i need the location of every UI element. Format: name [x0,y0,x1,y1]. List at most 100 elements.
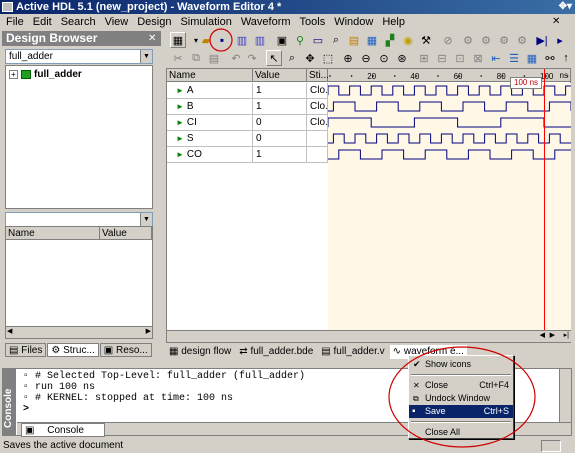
waveform-hscrollbar[interactable]: ◀ ▶ ▸| [328,330,571,342]
design-icon[interactable]: ▣ [274,32,290,48]
tab-files[interactable]: ▤ Files [5,343,47,357]
tools-icon[interactable]: ⚒ [418,32,434,48]
binoculars-icon[interactable]: ⚯ [542,50,558,66]
menu-view[interactable]: View [105,16,129,28]
new-file-icon[interactable]: ▦ [170,32,186,48]
signal-stimulus-cell[interactable]: Clo... [307,115,328,131]
signal-row[interactable]: ► S 0 [167,131,328,147]
lightbulb-icon[interactable]: ◉ [400,32,416,48]
menu-design[interactable]: Design [137,16,171,28]
scroll-left-icon[interactable]: ◀ [7,327,12,335]
scroll-end-icon[interactable]: ▸| [564,331,569,339]
expand-icon[interactable]: + [9,70,18,79]
redo-icon[interactable]: ↷ [244,50,260,66]
tab-full-adder-v[interactable]: ▤ full_adder.v [318,345,387,359]
waveform-icon[interactable]: ▦ [364,32,380,48]
names-hscrollbar[interactable] [167,330,328,342]
run-for-icon[interactable]: ⚙ [478,32,494,48]
zoom-range-icon[interactable]: ⊛ [394,50,410,66]
edit-signal-icon[interactable]: ⊟ [434,50,450,66]
signal-waveform[interactable] [327,85,571,96]
run-icon[interactable]: ⚙ [460,32,476,48]
menu-item-save[interactable]: ▪ Save Ctrl+S [409,405,513,418]
signal-stimulus-cell[interactable]: Clo... [307,83,328,99]
scroll-right-icon[interactable]: ▶ [550,331,555,339]
scroll-left-icon[interactable]: ◀ [540,331,545,339]
menu-simulation[interactable]: Simulation [180,16,231,28]
undo-icon[interactable]: ↶ [228,50,244,66]
signal-stimulus-cell[interactable] [307,131,328,147]
console-vscrollbar[interactable] [559,369,571,424]
horizontal-scrollbar[interactable]: ◀ ▶ [6,326,152,338]
signal-waveform[interactable] [328,101,572,112]
clock-icon[interactable]: ⊠ [470,50,486,66]
column-header-value[interactable]: Value [100,227,152,240]
design-unit-select[interactable]: full_adder ▼ [5,49,153,64]
chevron-down-icon[interactable]: ▼ [140,50,152,63]
grid-icon[interactable]: ▦ [524,50,540,66]
menu-edit[interactable]: Edit [33,16,52,28]
step-into-icon[interactable]: ▸ [552,32,568,48]
break-icon[interactable]: ⚙ [514,32,530,48]
stimulator-icon[interactable]: ⊡ [452,50,468,66]
tab-design-flow[interactable]: ▦ design flow [166,345,234,359]
library-icon[interactable]: ▤ [346,32,362,48]
paste-icon[interactable]: ▤ [206,50,222,66]
signal-name-cell[interactable]: ► CO [167,147,253,163]
signal-name-cell[interactable]: ► S [167,131,253,147]
step-icon[interactable]: ⚙ [496,32,512,48]
find-next-icon[interactable]: ↑ [558,50,574,66]
panel-close-icon[interactable]: ✕ [148,33,156,44]
signal-row[interactable]: ►CI0Clo... [167,115,328,131]
signal-name-cell[interactable]: ► B [167,99,253,115]
tree-item[interactable]: + full_adder [9,69,82,80]
list-icon[interactable]: ☰ [506,50,522,66]
hierarchy-select[interactable]: ▼ [5,212,153,227]
menu-file[interactable]: File [6,16,24,28]
column-header-value[interactable]: Value [253,69,307,82]
tab-resources[interactable]: ▣ Reso... [99,343,152,357]
compile-icon[interactable]: ▥ [234,32,250,48]
chevron-down-icon[interactable]: ▼ [140,213,152,226]
signal-row[interactable]: ► CO 1 [167,147,328,163]
tab-console[interactable]: ▣ Console [21,423,105,437]
menu-item-show-icons[interactable]: ✔ Show icons [409,358,513,371]
stop-icon[interactable]: ⊘ [440,32,456,48]
menu-item-undock-window[interactable]: ⧉ Undock Window [409,392,513,405]
cut-icon[interactable]: ✂ [170,50,186,66]
search-icon[interactable]: ⌕ [328,32,344,48]
signal-waveform[interactable] [328,133,571,144]
signal-row[interactable]: ►A1Clo... [167,83,328,99]
open-folder-icon[interactable]: ▰ [198,32,214,48]
monitor-icon[interactable]: ▭ [310,32,326,48]
column-header-name[interactable]: Name [6,227,100,240]
menu-tools[interactable]: Tools [300,16,326,28]
menu-window[interactable]: Window [334,16,373,28]
mdi-close-icon[interactable]: ✕ [552,16,560,27]
signal-stimulus-cell[interactable]: Clo... [307,99,328,115]
select-region-icon[interactable]: ⬚ [320,50,336,66]
column-header-stimulator[interactable]: Sti... [307,69,329,82]
signal-waveform[interactable] [327,117,571,128]
signal-row[interactable]: ►B1Clo... [167,99,328,115]
hierarchy-icon[interactable]: ⚲ [292,32,308,48]
zoom-fit-icon[interactable]: ⊙ [376,50,392,66]
chart-icon[interactable]: ▞ [382,32,398,48]
column-header-name[interactable]: Name [167,69,253,82]
zoom-icon[interactable]: ⌕ [284,50,300,66]
signal-stimulus-cell[interactable] [307,147,328,163]
play-icon[interactable]: ▶| [534,32,550,48]
save-icon[interactable]: ▪ [214,32,230,48]
pointer-icon[interactable]: ↖ [266,50,282,66]
menu-item-close[interactable]: ✕ Close Ctrl+F4 [409,379,513,392]
add-signal-icon[interactable]: ⊞ [416,50,432,66]
scroll-right-icon[interactable]: ▶ [146,327,151,335]
zoom-in-icon[interactable]: ⊕ [340,50,356,66]
menu-search[interactable]: Search [61,16,96,28]
menu-waveform[interactable]: Waveform [241,16,291,28]
menu-help[interactable]: Help [382,16,405,28]
menu-item-close-all[interactable]: Close All [409,426,513,439]
restore-icon[interactable]: ✥▾ [559,0,572,14]
waveform-canvas[interactable] [327,83,572,342]
tab-structure[interactable]: ⚙ Struc... [47,343,99,357]
